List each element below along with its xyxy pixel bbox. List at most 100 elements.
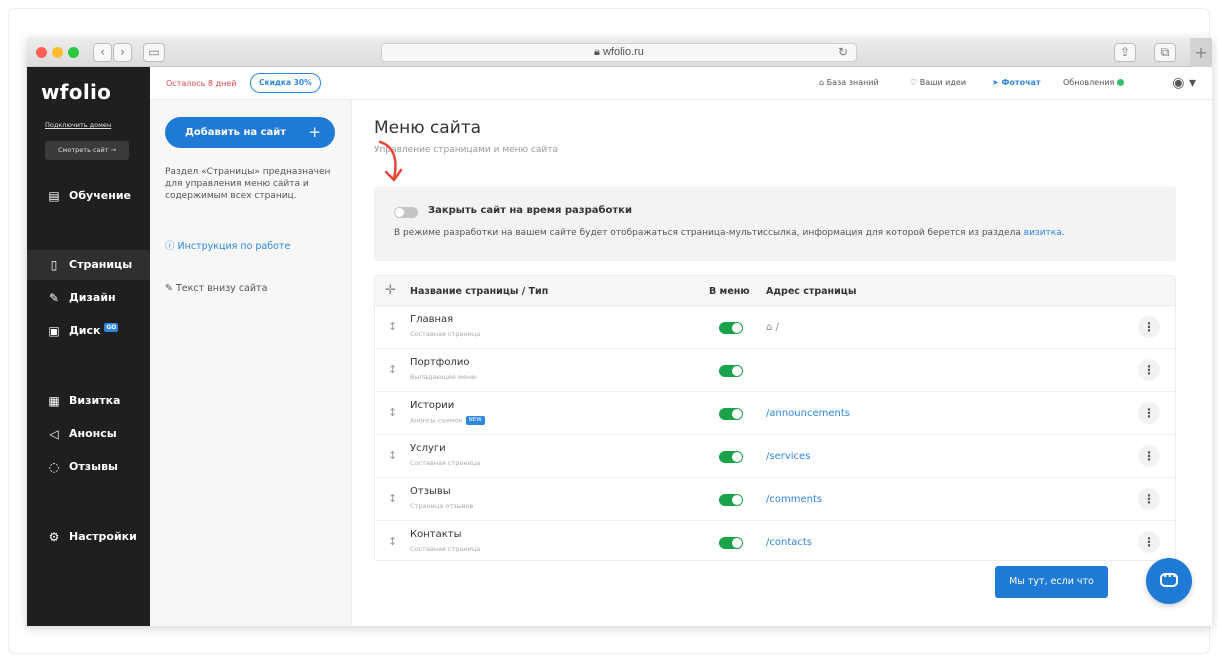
sidebar-item-disk[interactable]: ▣ Диск GO xyxy=(27,316,150,346)
close-window-button[interactable] xyxy=(36,47,47,58)
brush-icon: ✎ xyxy=(48,291,60,305)
in-menu-toggle[interactable] xyxy=(719,322,743,334)
move-icon: ✛ xyxy=(385,283,396,298)
updates-status-dot xyxy=(1117,79,1125,86)
page-name: Услуги xyxy=(410,443,446,454)
minimize-window-button[interactable] xyxy=(52,47,63,58)
page-name: Главная xyxy=(410,314,454,325)
edit-icon: ✎ xyxy=(165,283,176,294)
graduation-icon: ⌂ xyxy=(819,78,827,87)
knowledge-base-link[interactable]: ⌂ База знаний xyxy=(819,78,879,87)
drag-handle-icon[interactable]: ↕ xyxy=(388,535,397,548)
annotation-arrow-icon xyxy=(378,140,403,182)
drag-handle-icon[interactable]: ↕ xyxy=(388,406,397,419)
drag-handle-icon[interactable]: ↕ xyxy=(388,492,397,505)
maximize-window-button[interactable] xyxy=(68,47,79,58)
table-header: ✛ Название страницы / Тип В меню Адрес с… xyxy=(375,276,1175,306)
sidebar-item-card[interactable]: ▦ Визитка xyxy=(27,386,150,416)
lock-icon: 🔒︎ xyxy=(594,46,603,58)
logo[interactable]: wfolio xyxy=(41,80,111,104)
in-menu-toggle[interactable] xyxy=(719,451,743,463)
page-type: Составная страница xyxy=(410,330,481,338)
table-row[interactable]: ↕ Истории Анонсы съемок NEW /announcement… xyxy=(375,392,1175,435)
page-title: Меню сайта xyxy=(374,118,482,138)
page-address[interactable]: /announcements xyxy=(766,408,850,419)
page-type: Анонсы съемок NEW xyxy=(410,416,485,425)
sidebar-item-announcements[interactable]: ◁ Анонсы xyxy=(27,419,150,449)
tabs-icon[interactable]: ⧉ xyxy=(1154,43,1176,62)
row-menu-icon[interactable]: ⋮ xyxy=(1138,488,1160,510)
table-row[interactable]: ↕ Отзывы Страница отзывов /comments ⋮ xyxy=(375,478,1175,521)
top-header: Осталось 8 дней Скидка 30% ⌂ База знаний… xyxy=(150,67,1212,100)
page-address[interactable]: /contacts xyxy=(766,537,812,548)
drag-handle-icon[interactable]: ↕ xyxy=(388,363,397,376)
chat-bubble-icon xyxy=(1160,569,1178,587)
sidebar-toggle-icon[interactable]: ▭ xyxy=(143,43,165,62)
browser-toolbar: ‹ › ▭ 🔒︎ wfolio.ru ↻ ⇪ ⧉ + xyxy=(27,38,1212,67)
card-icon: ▦ xyxy=(48,394,60,408)
dev-mode-label: Закрыть сайт на время разработки xyxy=(428,205,632,216)
page-type: Составная страница xyxy=(410,459,481,467)
sidebar-item-pages[interactable]: ▯ Страницы xyxy=(27,250,150,280)
table-row[interactable]: ↕ Услуги Составная страница /services ⋮ xyxy=(375,435,1175,478)
connect-domain-link[interactable]: Подключить домен xyxy=(45,121,111,129)
share-icon[interactable]: ⇪ xyxy=(1114,43,1136,62)
row-menu-icon[interactable]: ⋮ xyxy=(1138,445,1160,467)
table-row[interactable]: ↕ Главная Составная страница ⌂ / ⋮ xyxy=(375,306,1175,349)
dev-mode-description: В режиме разработки на вашем сайте будет… xyxy=(394,228,1065,238)
ideas-link[interactable]: ♡ Ваши идеи xyxy=(910,78,966,87)
reload-icon[interactable]: ↻ xyxy=(838,44,848,61)
back-button[interactable]: ‹ xyxy=(93,43,112,62)
chat-icon: ◌ xyxy=(48,460,60,474)
page-name: Портфолио xyxy=(410,357,470,368)
sidebar-item-learning[interactable]: ▤ Обучение xyxy=(27,181,150,211)
main-content: Меню сайта Управление страницами и меню … xyxy=(352,100,1212,626)
in-menu-toggle[interactable] xyxy=(719,365,743,377)
drag-handle-icon[interactable]: ↕ xyxy=(388,449,397,462)
disk-icon: ▣ xyxy=(48,324,60,338)
page-address[interactable]: /services xyxy=(766,451,810,462)
add-to-site-button[interactable]: Добавить на сайт + xyxy=(165,117,335,148)
row-menu-icon[interactable]: ⋮ xyxy=(1138,402,1160,424)
photochat-link[interactable]: ➤ Фоточат xyxy=(992,78,1041,87)
page-address[interactable]: /comments xyxy=(766,494,822,505)
trial-days-left[interactable]: Осталось 8 дней xyxy=(166,79,236,88)
updates-link[interactable]: Обновления xyxy=(1063,78,1125,87)
new-tab-button[interactable]: + xyxy=(1190,38,1212,67)
telegram-icon: ➤ xyxy=(992,78,1002,87)
in-menu-toggle[interactable] xyxy=(719,537,743,549)
forward-button[interactable]: › xyxy=(113,43,132,62)
row-menu-icon[interactable]: ⋮ xyxy=(1138,359,1160,381)
table-row[interactable]: ↕ Контакты Составная страница /contacts … xyxy=(375,521,1175,564)
row-menu-icon[interactable]: ⋮ xyxy=(1138,316,1160,338)
chat-widget-button[interactable] xyxy=(1146,558,1192,604)
sidebar-item-settings[interactable]: ⚙ Настройки xyxy=(27,522,150,552)
in-menu-toggle[interactable] xyxy=(719,494,743,506)
business-card-link[interactable]: визитка xyxy=(1024,228,1062,238)
row-menu-icon[interactable]: ⋮ xyxy=(1138,531,1160,553)
column-name: Название страницы / Тип xyxy=(410,286,549,297)
view-site-button[interactable]: Смотреть сайт → xyxy=(45,141,129,160)
page-type: Составная страница xyxy=(410,545,481,553)
drag-handle-icon[interactable]: ↕ xyxy=(388,320,397,333)
page-icon: ▯ xyxy=(50,258,58,272)
user-menu-icon[interactable]: ◉ ▾ xyxy=(1172,75,1196,91)
table-row[interactable]: ↕ Портфолио Выпадающее меню ⋮ xyxy=(375,349,1175,392)
sidebar-item-reviews[interactable]: ◌ Отзывы xyxy=(27,452,150,482)
page-address[interactable]: ⌂ / xyxy=(766,322,779,333)
gear-icon: ⚙ xyxy=(48,530,60,544)
dev-mode-box: Закрыть сайт на время разработки В режим… xyxy=(374,186,1176,261)
footer-text-link[interactable]: ✎ Текст внизу сайта xyxy=(165,283,267,294)
instruction-link[interactable]: ⓘ Инструкция по работе xyxy=(165,238,290,252)
discount-badge[interactable]: Скидка 30% xyxy=(250,73,321,93)
panel-description: Раздел «Страницы» предназначен для управ… xyxy=(165,167,331,201)
url-text: wfolio.ru xyxy=(602,46,644,58)
chat-prompt-button[interactable]: Мы тут, если что xyxy=(995,566,1108,598)
address-bar[interactable]: 🔒︎ wfolio.ru ↻ xyxy=(381,43,857,62)
in-menu-toggle[interactable] xyxy=(719,408,743,420)
sidebar-item-design[interactable]: ✎ Дизайн xyxy=(27,283,150,313)
sidebar: wfolio Подключить домен Смотреть сайт → … xyxy=(27,67,150,626)
new-badge: NEW xyxy=(465,416,485,425)
bulb-icon: ♡ xyxy=(910,78,920,87)
dev-mode-toggle[interactable] xyxy=(394,207,418,218)
